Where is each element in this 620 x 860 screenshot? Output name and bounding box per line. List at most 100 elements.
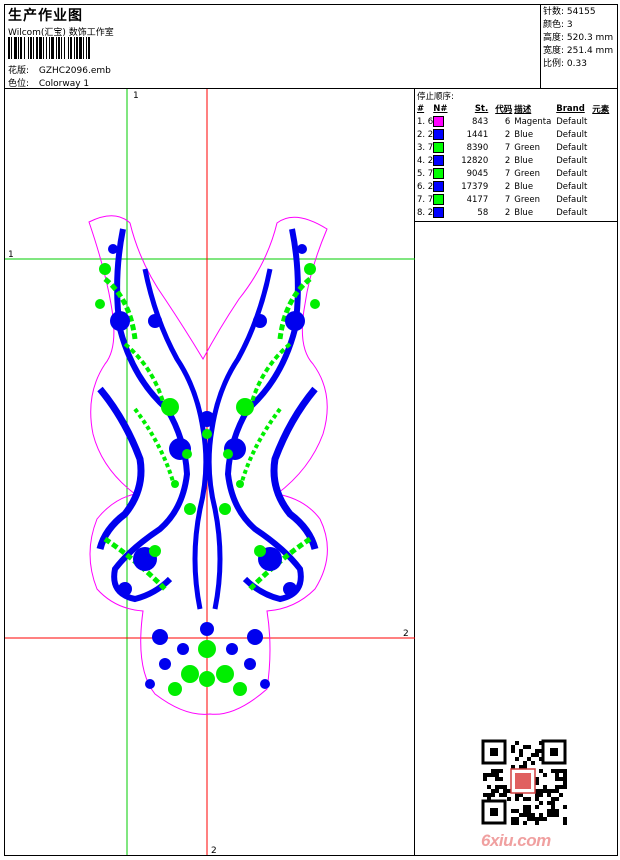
row-brand: Default: [556, 181, 588, 192]
color-swatch: [433, 116, 445, 127]
stat-width: 宽度: 251.4 mm: [543, 46, 614, 56]
qr-code-icon: [481, 739, 567, 825]
design-file-value: GZHC2096.emb: [38, 66, 111, 76]
row-stitches: 12820: [461, 155, 489, 166]
table-header-row: # N# St. 代码 描述 Brand 元素: [415, 102, 617, 115]
row-stitches: 8390: [466, 142, 489, 153]
right-embroidery-motif: [209, 229, 320, 696]
row-swatch: [433, 180, 458, 193]
row-desc: Magenta: [514, 116, 552, 127]
row-desc: Blue: [514, 129, 534, 140]
production-sheet: 生产作业图 Wilcom(汇宝) 数饰工作室 花版: GZHC2096.emb …: [4, 4, 618, 856]
row-index: 5. 7: [417, 168, 434, 179]
row-element: [592, 141, 617, 154]
row-code: 7: [504, 142, 511, 153]
col-header-desc: 描述: [514, 104, 532, 115]
colorway-label: 色位:: [8, 79, 30, 89]
table-row: 2. 2 1441 2 Blue Default: [415, 128, 617, 141]
design-file-row: 花版: GZHC2096.emb: [8, 63, 111, 76]
row-element: [592, 180, 617, 193]
row-desc: Green: [514, 142, 540, 153]
row-swatch: [433, 167, 458, 180]
col-header-stitches: St.: [474, 103, 489, 114]
row-brand: Default: [556, 207, 588, 218]
row-index: 4. 2: [417, 155, 434, 166]
row-brand: Default: [556, 116, 588, 127]
row-element: [592, 167, 617, 180]
row-desc: Green: [514, 168, 540, 179]
color-swatch: [433, 142, 445, 153]
row-swatch: [433, 141, 458, 154]
row-desc: Blue: [514, 181, 534, 192]
row-element: [592, 206, 617, 219]
table-row: 8. 2 58 2 Blue Default: [415, 206, 617, 219]
row-index: 8. 2: [417, 207, 434, 218]
col-header-idx: #: [417, 103, 425, 114]
col-header-needle: N#: [433, 103, 448, 114]
stop-sequence-panel: 停止顺序: # N# St. 代码 描述 Brand 元素 1. 6 843 6 Ma…: [415, 89, 617, 222]
row-stitches: 17379: [461, 181, 489, 192]
row-desc: Blue: [514, 155, 534, 166]
color-swatch: [433, 155, 445, 166]
row-index: 7. 7: [417, 194, 434, 205]
row-stitches: 58: [477, 207, 489, 218]
stat-scale: 比例: 0.33: [543, 59, 587, 69]
colorway-value: Colorway 1: [38, 79, 90, 89]
row-index: 2. 2: [417, 129, 434, 140]
row-brand: Default: [556, 168, 588, 179]
embroidery-preview: 1 1 2 2: [5, 89, 415, 856]
table-row: 1. 6 843 6 Magenta Default: [415, 115, 617, 128]
page-title: 生产作业图: [8, 8, 83, 24]
color-swatch: [433, 181, 445, 192]
guide-label-h2: 2: [403, 629, 409, 639]
barcode: [8, 37, 90, 59]
row-swatch: [433, 128, 458, 141]
design-file-label: 花版:: [8, 66, 30, 76]
sheet-header: 生产作业图 Wilcom(汇宝) 数饰工作室 花版: GZHC2096.emb …: [5, 5, 541, 89]
row-code: 2: [504, 207, 511, 218]
stop-sequence-table: # N# St. 代码 描述 Brand 元素 1. 6 843 6 Magenta D…: [415, 102, 617, 219]
table-row: 5. 7 9045 7 Green Default: [415, 167, 617, 180]
color-swatch: [433, 207, 445, 218]
design-stats: 针数: 54155 颜色: 3 高度: 520.3 mm 宽度: 251.4 m…: [541, 5, 617, 89]
row-swatch: [433, 206, 458, 219]
row-code: 6: [504, 116, 511, 127]
stop-sequence-title: 停止顺序:: [417, 92, 454, 102]
row-desc: Blue: [514, 207, 534, 218]
table-row: 3. 7 8390 7 Green Default: [415, 141, 617, 154]
guide-label-v2: 2: [211, 846, 217, 855]
col-header-code: 代码: [495, 104, 513, 115]
stat-height: 高度: 520.3 mm: [543, 33, 614, 43]
row-stitches: 9045: [466, 168, 489, 179]
table-row: 4. 2 12820 2 Blue Default: [415, 154, 617, 167]
row-element: [592, 115, 617, 128]
row-code: 7: [504, 194, 511, 205]
row-element: [592, 154, 617, 167]
row-element: [592, 128, 617, 141]
row-swatch: [433, 154, 458, 167]
row-index: 6. 2: [417, 181, 434, 192]
col-header-brand: Brand: [556, 103, 585, 114]
row-stitches: 1441: [466, 129, 489, 140]
left-embroidery-motif: [95, 228, 209, 696]
row-desc: Green: [514, 194, 540, 205]
row-index: 1. 6: [417, 116, 434, 127]
stat-stitches: 针数: 54155: [543, 7, 596, 17]
guide-label-h1: 1: [8, 250, 14, 260]
row-brand: Default: [556, 155, 588, 166]
row-swatch: [433, 193, 458, 206]
row-swatch: [433, 115, 458, 128]
row-stitches: 843: [472, 116, 489, 127]
row-code: 2: [504, 129, 511, 140]
row-brand: Default: [556, 142, 588, 153]
table-row: 7. 7 4177 7 Green Default: [415, 193, 617, 206]
row-index: 3. 7: [417, 142, 434, 153]
colorway-row: 色位: Colorway 1: [8, 76, 89, 89]
row-code: 2: [504, 181, 511, 192]
stat-colors: 颜色: 3: [543, 20, 573, 30]
row-element: [592, 193, 617, 206]
col-header-element: 元素: [592, 104, 610, 115]
row-brand: Default: [556, 129, 588, 140]
watermark-logo: 6xiu.com: [481, 831, 551, 850]
guide-label-v1: 1: [133, 91, 139, 101]
